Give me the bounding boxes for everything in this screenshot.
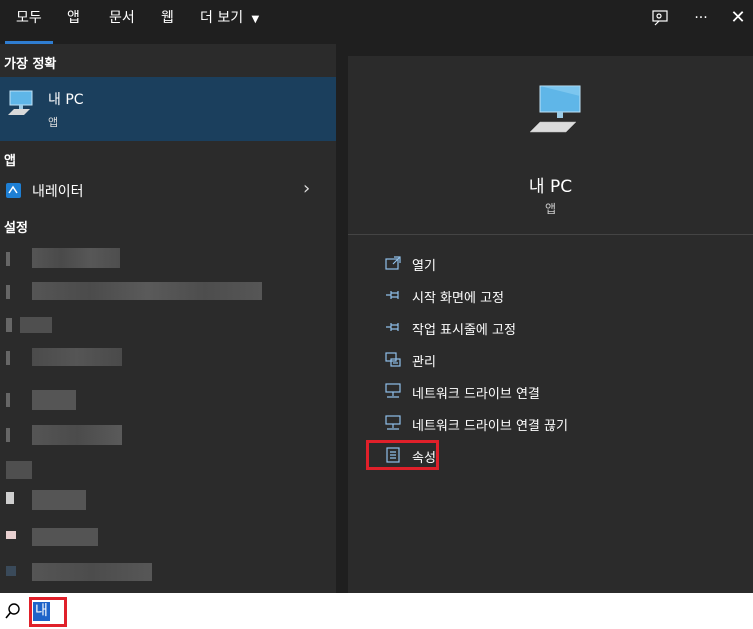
network-drive-icon [384,414,402,432]
open-icon [384,254,402,272]
preview-subtitle: 앱 [544,202,557,216]
manage-icon [384,350,402,368]
network-drive-icon [384,382,402,400]
computer-icon [526,82,586,142]
preview-title: 내 PC [528,177,573,197]
app-item-narrator[interactable]: 내레이터 › [0,175,336,207]
highlight-box [366,440,439,470]
tab-web[interactable]: 웹 [161,0,174,44]
tab-all[interactable]: 모두 [5,0,53,44]
app-item-label: 내레이터 [32,184,84,200]
redacted-row[interactable] [0,419,336,451]
preview-pane: 내 PC 앱 열기 시작 화면에 고정 작업 표시줄에 고정 관리 네트워크 드… [336,44,753,593]
action-label: 관리 [412,355,436,370]
preview-panel: 내 PC 앱 열기 시작 화면에 고정 작업 표시줄에 고정 관리 네트워크 드… [348,56,753,593]
close-icon[interactable]: ✕ [728,0,748,36]
redacted-row[interactable] [0,484,336,516]
more-options-icon[interactable]: ··· [690,0,712,36]
tab-more-label: 더 보기 [200,10,244,26]
redacted-row[interactable] [0,521,336,553]
chevron-right-icon[interactable]: › [303,178,310,199]
best-match-subtitle: 앱 [48,116,59,129]
redacted-row[interactable] [0,310,336,342]
best-match-title: 내 PC [48,92,84,108]
search-filter-bar: 모두 앱 문서 웹 더 보기 ▼ ··· ✕ [0,0,753,44]
tab-apps[interactable]: 앱 [67,0,80,44]
redacted-row[interactable] [0,453,336,485]
apps-header: 앱 [4,154,16,169]
redacted-row[interactable] [0,557,336,589]
results-list: 가장 정확 내 PC 앱 앱 내레이터 › 설정 [0,44,336,593]
tab-more[interactable]: 더 보기 ▼ [200,0,259,44]
action-label: 작업 표시줄에 고정 [412,323,516,338]
search-bar: 내 [0,593,753,629]
chevron-down-icon: ▼ [251,14,260,25]
search-icon [5,602,21,624]
action-label: 네트워크 드라이브 연결 끊기 [412,419,568,434]
action-label: 네트워크 드라이브 연결 [412,387,540,402]
action-label: 열기 [412,259,436,274]
computer-icon [6,89,36,121]
settings-header: 설정 [4,221,28,236]
action-label: 시작 화면에 고정 [412,291,504,306]
narrator-icon [6,183,21,198]
redacted-row[interactable] [0,342,336,374]
redacted-row[interactable] [0,276,336,308]
redacted-row[interactable] [0,243,336,275]
redacted-row[interactable] [0,384,336,416]
best-match-item[interactable]: 내 PC 앱 [0,77,336,141]
divider [348,234,753,235]
pin-icon [384,318,402,336]
search-input-value: 내 [33,602,50,621]
search-input[interactable]: 내 [29,597,67,627]
best-match-header: 가장 정확 [4,57,57,72]
tab-documents[interactable]: 문서 [109,0,135,44]
pin-icon [384,286,402,304]
feedback-icon[interactable] [648,0,672,36]
